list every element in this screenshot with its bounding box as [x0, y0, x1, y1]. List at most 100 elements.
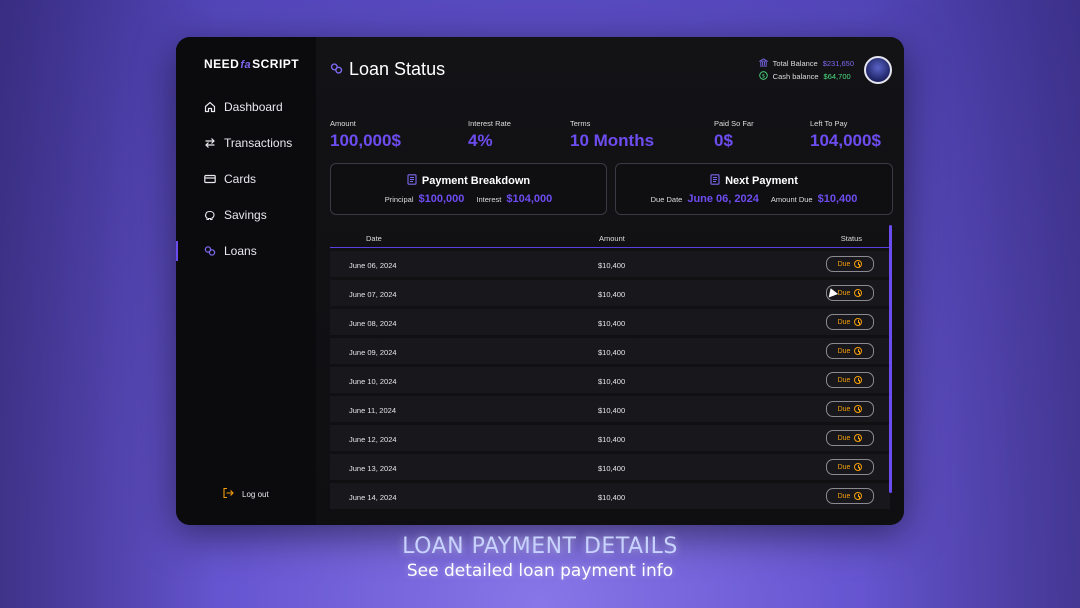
stat-value: 100,000$	[330, 131, 401, 150]
table-body: June 06, 2024 $10,400 Due June 07, 2024 $10,…	[330, 251, 890, 509]
logo-right: SCRIPT	[252, 57, 300, 71]
stat-label: Interest Rate	[468, 119, 511, 128]
logo-mid: fa	[240, 59, 252, 71]
svg-text:$: $	[761, 74, 764, 80]
loan-stats: Amount 100,000$ Interest Rate 4% Terms 1…	[330, 119, 890, 155]
avatar[interactable]	[864, 56, 892, 84]
stat-interest-rate: Interest Rate 4%	[468, 119, 511, 151]
home-icon	[203, 101, 216, 114]
arrows-swap-icon	[203, 137, 216, 150]
table-row: June 07, 2024 $10,400 Due	[330, 280, 890, 306]
status-badge[interactable]: Due	[826, 343, 874, 359]
card-header: Payment Breakdown	[331, 174, 606, 188]
total-balance-label: Total Balance	[772, 59, 818, 68]
card-details: Due Date June 06, 2024 Amount Due $10,40…	[616, 193, 892, 205]
table-row: June 08, 2024 $10,400 Due	[330, 309, 890, 335]
status-text: Due	[837, 463, 851, 471]
sidebar-item-label: Cards	[224, 172, 257, 186]
caption-subtitle: See detailed loan payment info	[406, 561, 674, 581]
cash-balance-value: $64,700	[823, 72, 851, 81]
row-amount: $10,400	[598, 406, 626, 415]
cash-balance: $ Cash balance $64,700	[758, 70, 854, 83]
stat-value: 4%	[468, 131, 493, 150]
row-date: June 09, 2024	[349, 348, 397, 357]
page-title-text: Loan Status	[349, 59, 446, 79]
status-text: Due	[837, 492, 851, 500]
stat-left-to-pay: Left To Pay 104,000$	[810, 119, 881, 151]
amount-due-label: Amount Due	[770, 195, 813, 204]
status-badge[interactable]: Due	[826, 314, 874, 330]
table-row: June 11, 2024 $10,400 Due	[330, 396, 890, 422]
clock-icon	[854, 318, 863, 326]
row-amount: $10,400	[598, 261, 626, 270]
sidebar-item-label: Savings	[224, 208, 267, 222]
stat-label: Paid So Far	[714, 119, 754, 128]
row-date: June 07, 2024	[349, 290, 397, 299]
row-date: June 08, 2024	[349, 319, 397, 328]
card-details: Principal $100,000 Interest $104,000	[331, 193, 606, 205]
principal-value: $100,000	[418, 193, 465, 205]
clock-icon	[854, 260, 863, 268]
table-row: June 09, 2024 $10,400 Due	[330, 338, 890, 364]
row-amount: $10,400	[598, 377, 626, 386]
due-date-value: June 06, 2024	[687, 193, 759, 205]
sidebar: NEEDfaSCRIPT Dashboard Transactions Card…	[176, 37, 316, 525]
dollar-circle-icon: $	[758, 71, 768, 82]
row-date: June 13, 2024	[349, 464, 397, 473]
app-window: NEEDfaSCRIPT Dashboard Transactions Card…	[176, 37, 904, 525]
sidebar-item-loans[interactable]: Loans	[176, 233, 316, 269]
status-text: Due	[837, 405, 851, 413]
stat-label: Terms	[570, 119, 591, 128]
table-row: June 12, 2024 $10,400 Due	[330, 425, 890, 451]
loan-coins-icon	[330, 59, 343, 80]
stat-terms: Terms 10 Months	[570, 119, 654, 151]
logout-button[interactable]: Log out	[222, 487, 269, 501]
loan-coins-icon	[203, 245, 216, 258]
table-row: June 10, 2024 $10,400 Due	[330, 367, 890, 393]
column-header-amount: Amount	[599, 234, 625, 243]
logo: NEEDfaSCRIPT	[204, 57, 299, 71]
main-content: Loan Status Total Balance $231,650 $ Cas…	[316, 37, 904, 525]
table-header: Date Amount Status	[330, 229, 890, 248]
sidebar-item-cards[interactable]: Cards	[176, 161, 316, 197]
stat-value: 0$	[714, 131, 733, 150]
total-balance-value: $231,650	[822, 59, 854, 68]
status-badge[interactable]: Due	[826, 459, 874, 475]
status-badge[interactable]: Due	[826, 430, 874, 446]
cash-balance-label: Cash balance	[772, 72, 819, 81]
status-text: Due	[837, 260, 851, 268]
stat-value: 104,000$	[810, 131, 881, 150]
clock-icon	[854, 405, 863, 413]
row-date: June 10, 2024	[349, 377, 397, 386]
status-text: Due	[837, 347, 851, 355]
sidebar-item-dashboard[interactable]: Dashboard	[176, 89, 316, 125]
bank-icon	[758, 58, 769, 69]
card-title: Payment Breakdown	[421, 175, 531, 187]
sidebar-item-label: Loans	[224, 244, 257, 258]
stat-label: Left To Pay	[810, 119, 848, 128]
next-payment-card: Next Payment Due Date June 06, 2024 Amou…	[615, 163, 893, 215]
sidebar-item-label: Dashboard	[224, 100, 283, 114]
card-title: Next Payment	[725, 175, 798, 187]
amount-due-value: $10,400	[817, 193, 858, 205]
status-badge[interactable]: Due	[826, 372, 874, 388]
column-header-date: Date	[366, 234, 382, 243]
table-scrollbar[interactable]	[889, 225, 892, 493]
logo-left: NEED	[204, 57, 240, 71]
card-header: Next Payment	[616, 174, 892, 188]
clock-icon	[854, 347, 863, 355]
status-badge[interactable]: Due	[826, 401, 874, 417]
status-badge[interactable]: Due	[826, 488, 874, 504]
table-row: June 13, 2024 $10,400 Due	[330, 454, 890, 480]
sidebar-item-savings[interactable]: Savings	[176, 197, 316, 233]
logout-icon	[222, 487, 234, 501]
status-text: Due	[837, 318, 851, 326]
row-date: June 11, 2024	[349, 406, 396, 415]
row-amount: $10,400	[598, 290, 626, 299]
row-date: June 14, 2024	[349, 493, 397, 502]
sidebar-item-transactions[interactable]: Transactions	[176, 125, 316, 161]
row-date: June 12, 2024	[349, 435, 397, 444]
payment-breakdown-card: Payment Breakdown Principal $100,000 Int…	[330, 163, 607, 215]
row-amount: $10,400	[598, 493, 626, 502]
status-badge[interactable]: Due	[826, 256, 874, 272]
